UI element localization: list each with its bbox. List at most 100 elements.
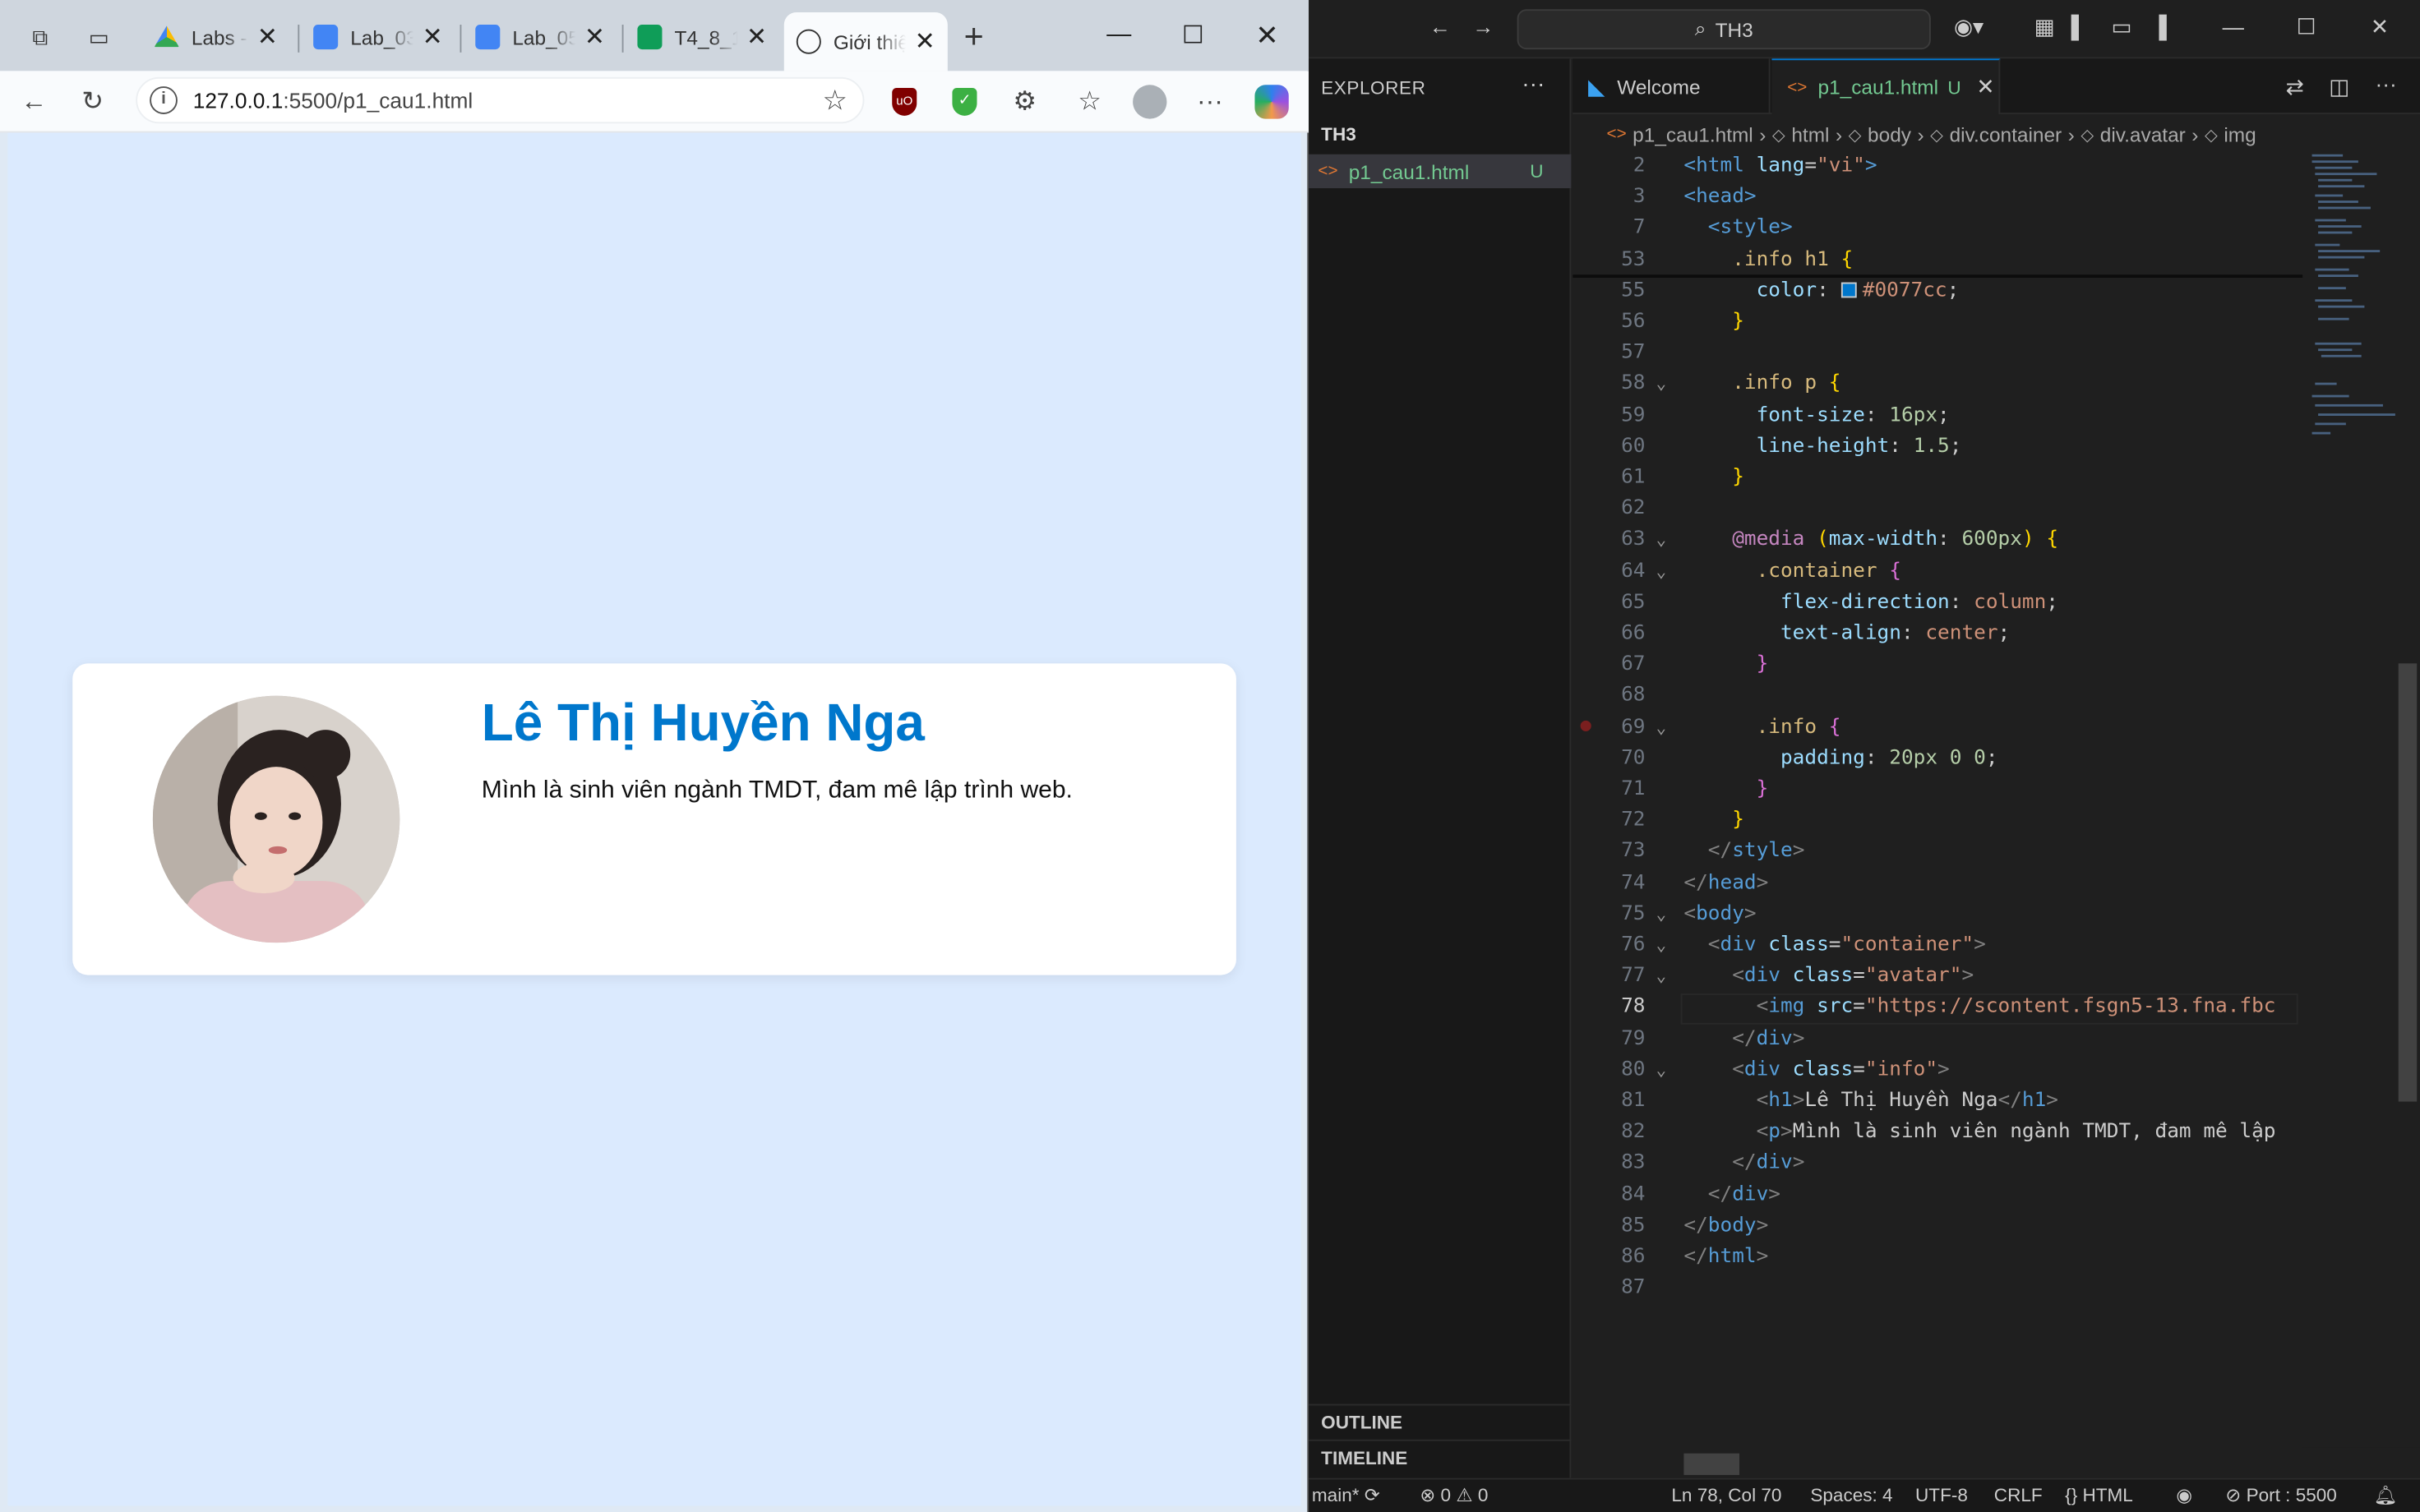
- outline-section[interactable]: OUTLINE: [1309, 1404, 1572, 1438]
- code-token: "avatar": [1864, 964, 1962, 988]
- editor-scrollbar[interactable]: [2395, 151, 2420, 1448]
- fold-chevron-icon[interactable]: ⌄: [1656, 712, 1666, 744]
- back-icon[interactable]: ←: [12, 81, 56, 124]
- maximize-icon[interactable]: ☐: [2297, 14, 2316, 40]
- browser-tab-lab03[interactable]: Lab_03 ✕: [301, 12, 455, 62]
- more-actions-icon[interactable]: ···: [2376, 71, 2397, 95]
- workspaces-icon[interactable]: ⧉: [20, 19, 60, 56]
- breadcrumb-item[interactable]: div.avatar: [2100, 122, 2186, 145]
- maximize-icon[interactable]: ☐: [1157, 12, 1228, 58]
- tab-p1-cau1[interactable]: <> p1_cau1.html U ✕: [1771, 58, 2001, 114]
- site-info-icon[interactable]: i: [150, 86, 178, 114]
- back-icon[interactable]: ←: [1429, 14, 1451, 39]
- html-file-icon: <>: [1787, 77, 1808, 97]
- line-number: 58: [1621, 372, 1646, 396]
- close-tab-icon[interactable]: ✕: [423, 21, 443, 53]
- close-window-icon[interactable]: ✕: [1231, 12, 1302, 58]
- code-token: </: [1997, 1089, 2022, 1113]
- fold-chevron-icon[interactable]: ⌄: [1656, 961, 1666, 993]
- address-bar[interactable]: i 127.0.0.1:5500/p1_cau1.html ☆: [136, 76, 865, 124]
- more-actions-icon[interactable]: ···: [1522, 71, 1545, 97]
- google-docs-icon: [475, 25, 501, 50]
- fold-chevron-icon[interactable]: ⌄: [1656, 369, 1666, 400]
- scrollbar-thumb[interactable]: [2398, 663, 2418, 1102]
- code-line: </head>: [1683, 868, 1768, 899]
- split-editor-icon[interactable]: ◫: [2329, 74, 2349, 100]
- close-tab-icon[interactable]: ✕: [1976, 74, 1994, 100]
- shield-extension-icon[interactable]: ✓: [943, 81, 986, 124]
- code-editor[interactable]: 2 <html lang="vi"> 3 <head> 7 <style> 53 .inf…: [1573, 151, 2303, 1447]
- favorites-icon[interactable]: ☆: [1068, 81, 1111, 124]
- breadcrumb-item[interactable]: html: [1791, 122, 1829, 145]
- notifications-icon[interactable]: 🔔︎: [2374, 1484, 2398, 1505]
- code-token: div: [1720, 933, 1757, 957]
- more-options-icon[interactable]: ···: [1189, 81, 1232, 124]
- code-token: .info: [1756, 715, 1829, 739]
- command-center-search[interactable]: ⌕ TH3: [1517, 9, 1931, 50]
- timeline-section[interactable]: TIMELINE: [1309, 1439, 1572, 1473]
- browser-tab-lab05[interactable]: Lab_05 ✕: [463, 12, 617, 62]
- indentation-status[interactable]: Spaces: 4: [1810, 1484, 1892, 1505]
- toggle-panel-icon[interactable]: ▭: [2111, 14, 2131, 40]
- problems-status[interactable]: ⊗ 0 ⚠ 0: [1420, 1484, 1488, 1505]
- fold-chevron-icon[interactable]: ⌄: [1656, 525, 1666, 556]
- minimize-icon[interactable]: —: [2223, 14, 2244, 39]
- breadcrumb-item[interactable]: p1_cau1.html: [1633, 122, 1753, 145]
- tab-welcome[interactable]: ◣ Welcome: [1573, 58, 1771, 114]
- code-token: {: [1840, 247, 1854, 271]
- close-tab-icon[interactable]: ✕: [257, 21, 278, 53]
- tab-actions-icon[interactable]: ▭: [79, 19, 119, 56]
- close-tab-icon[interactable]: ✕: [915, 26, 935, 58]
- browser-tab-labs[interactable]: Labs - Google Drive ✕: [142, 12, 290, 62]
- layout-icon[interactable]: ▦: [2034, 14, 2055, 40]
- code-token: Mình là sinh viên ngành TMDT, đam mê lập: [1792, 1120, 2276, 1144]
- forward-icon[interactable]: →: [1472, 14, 1494, 39]
- fold-chevron-icon[interactable]: ⌄: [1656, 899, 1666, 930]
- explorer-folder[interactable]: TH3: [1321, 123, 1356, 145]
- eol-status[interactable]: CRLF: [1994, 1484, 2043, 1505]
- search-text: TH3: [1715, 17, 1753, 41]
- copilot-icon[interactable]: ◉▾: [1954, 14, 1984, 40]
- close-tab-icon[interactable]: ✕: [584, 21, 605, 53]
- extensions-icon[interactable]: ⚙: [1003, 81, 1046, 124]
- explorer-file-item[interactable]: <> p1_cau1.html U: [1309, 154, 1572, 189]
- code-token: <: [1732, 964, 1744, 988]
- code-token: >: [1756, 1245, 1769, 1269]
- untracked-badge: U: [1530, 160, 1544, 182]
- browser-tab-active[interactable]: Giới thiệu ✕: [783, 12, 948, 71]
- fold-chevron-icon[interactable]: ⌄: [1656, 1055, 1666, 1086]
- toggle-secondary-sidebar-icon[interactable]: ▐: [2151, 14, 2167, 39]
- minimize-icon[interactable]: —: [1083, 12, 1154, 58]
- language-status[interactable]: {} HTML: [2065, 1484, 2133, 1505]
- breadcrumb-item[interactable]: body: [1868, 122, 1911, 145]
- minimap[interactable]: [2302, 151, 2395, 1448]
- encoding-status[interactable]: UTF-8: [1915, 1484, 1968, 1505]
- outline-label: OUTLINE: [1321, 1411, 1403, 1433]
- breadcrumb-item[interactable]: div.container: [1950, 122, 2062, 145]
- toggle-sidebar-icon[interactable]: ▌: [2071, 14, 2087, 39]
- copilot-status-icon[interactable]: ◉: [2176, 1484, 2192, 1505]
- breadcrumb-separator: ›: [1917, 122, 1924, 146]
- fold-chevron-icon[interactable]: ⌄: [1656, 930, 1666, 961]
- close-tab-icon[interactable]: ✕: [746, 21, 767, 53]
- code-token: img: [1768, 995, 1805, 1019]
- language-name: HTML: [2082, 1484, 2133, 1506]
- copilot-icon[interactable]: [1250, 81, 1294, 124]
- profile-avatar[interactable]: [1128, 81, 1171, 124]
- new-tab-icon[interactable]: +: [954, 17, 994, 56]
- code-token: >: [1792, 840, 1805, 864]
- cursor-position[interactable]: Ln 78, Col 70: [1671, 1484, 1781, 1505]
- live-server-status[interactable]: ⊘ Port : 5500: [2225, 1484, 2336, 1505]
- close-window-icon[interactable]: ✕: [2371, 14, 2389, 40]
- breadcrumb-item[interactable]: img: [2224, 122, 2256, 145]
- code-token: <: [1756, 1089, 1769, 1113]
- branch-status[interactable]: main* ⟳: [1312, 1484, 1380, 1505]
- fold-chevron-icon[interactable]: ⌄: [1656, 556, 1666, 588]
- open-changes-icon[interactable]: ⇄: [2286, 74, 2304, 100]
- favorite-star-icon[interactable]: ☆: [822, 84, 847, 116]
- browser-tab-t4[interactable]: T4_8_1 ✕: [625, 12, 779, 62]
- ublock-icon[interactable]: uO: [883, 81, 926, 124]
- refresh-icon[interactable]: ↻: [71, 81, 114, 124]
- horizontal-scrollbar-thumb[interactable]: [1683, 1453, 1739, 1475]
